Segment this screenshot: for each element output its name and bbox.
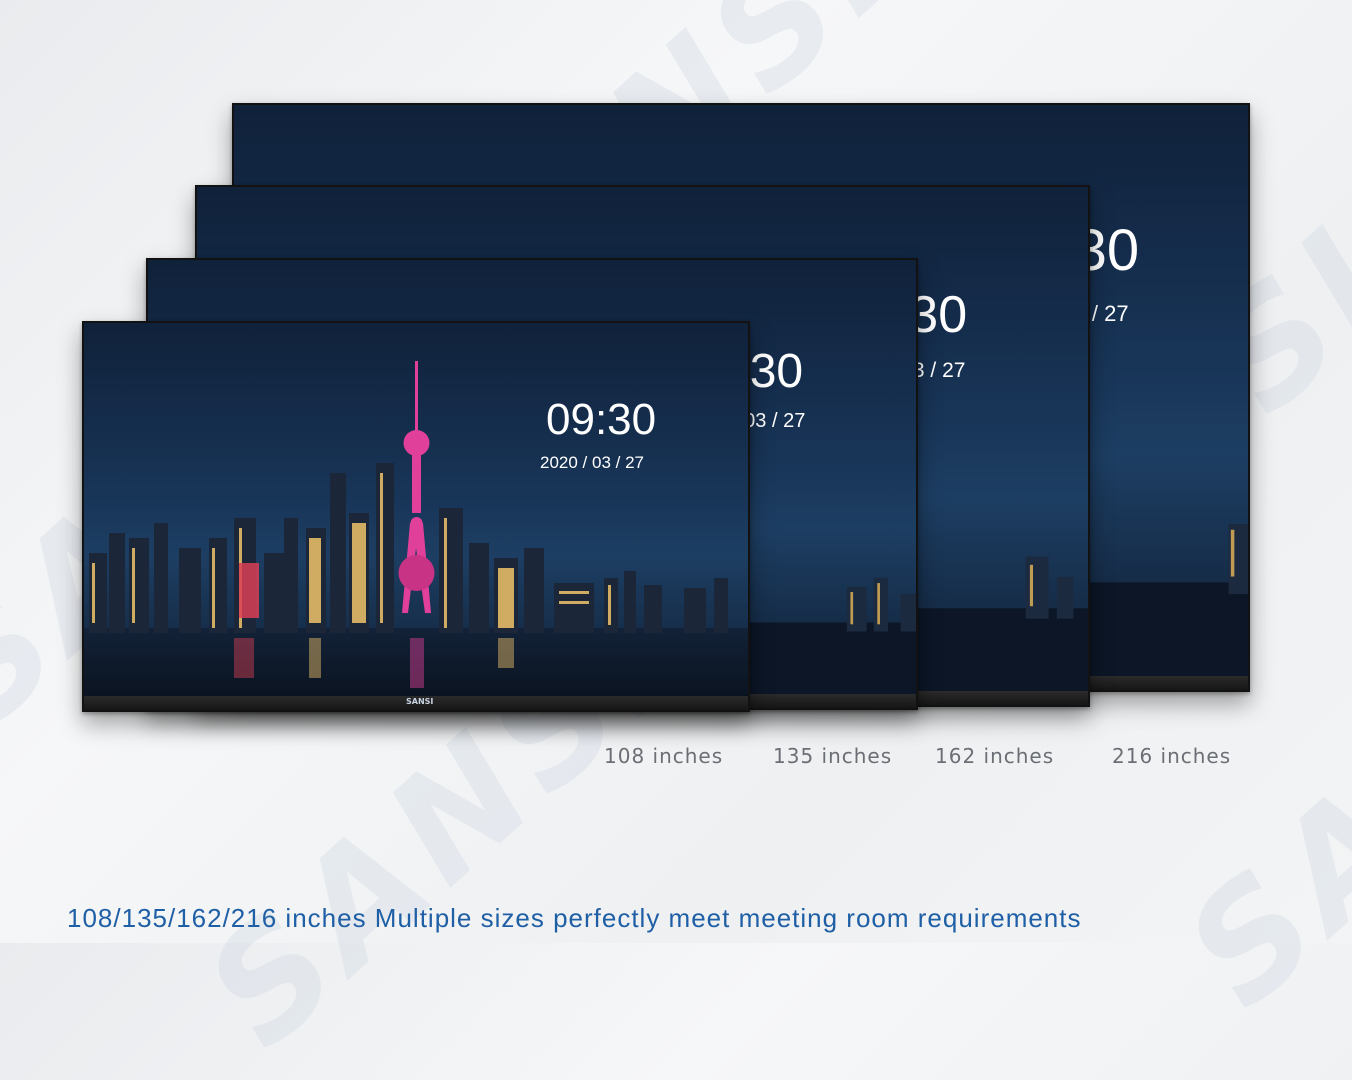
city-skyline-image [84, 361, 748, 698]
size-label-108: 108 inches [604, 744, 724, 768]
display-108-inch: 09:30 2020 / 03 / 27 SANSI [82, 321, 750, 712]
size-label-135: 135 inches [773, 744, 893, 768]
clock-date: 2020 / 03 / 27 [540, 453, 644, 472]
brand-logo: SANSI [406, 697, 434, 706]
display-bezel: SANSI [84, 696, 748, 710]
caption-text: 108/135/162/216 inches Multiple sizes pe… [67, 903, 1082, 933]
tv-tower [398, 361, 435, 613]
size-label-216: 216 inches [1112, 744, 1232, 768]
size-label-162: 162 inches [935, 744, 1055, 768]
clock-time: 09:30 [546, 395, 657, 444]
